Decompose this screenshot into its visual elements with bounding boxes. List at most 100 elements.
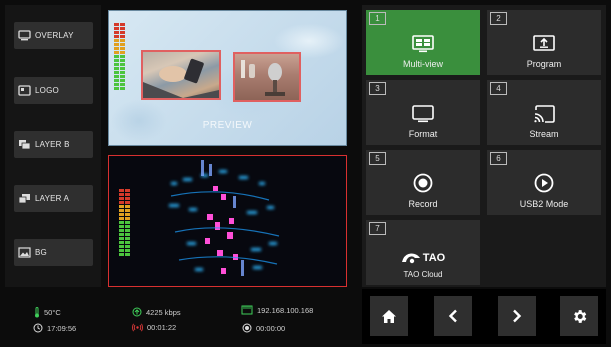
- tile-usb2-mode[interactable]: 6 USB2 Mode: [487, 150, 601, 215]
- home-icon: [382, 309, 396, 323]
- image-icon: [18, 247, 31, 258]
- record-status-icon: [242, 323, 252, 333]
- play-icon: [534, 173, 554, 193]
- layer-panel: OVERLAY LOGO LAYER B LAYER A BG: [5, 5, 101, 287]
- clock-icon: [33, 323, 43, 333]
- meter-segment: [114, 87, 119, 90]
- meter-segment: [120, 63, 125, 66]
- overlay-button[interactable]: OVERLAY: [14, 22, 93, 49]
- meter-segment: [114, 35, 119, 38]
- meter-segment: [114, 39, 119, 42]
- tile-number: 6: [490, 152, 507, 165]
- layer-b-icon: [19, 140, 31, 150]
- bg-button[interactable]: BG: [14, 239, 93, 266]
- clock-status: 17:09:56: [33, 323, 76, 333]
- tile-record[interactable]: 5 Record: [366, 150, 480, 215]
- network-icon: [241, 305, 253, 315]
- logo-icon: [18, 85, 31, 96]
- preview-laptop-source: [141, 50, 221, 100]
- meter-segment: [120, 35, 125, 38]
- tao-logo: TAO: [401, 252, 445, 264]
- tao-logo-icon: [401, 253, 420, 264]
- preview-microphone-source: [233, 52, 301, 102]
- tile-number: 5: [369, 152, 386, 165]
- bottom-nav: [362, 289, 606, 344]
- broadcast-icon: [132, 323, 143, 332]
- tile-label: USB2 Mode: [519, 199, 569, 209]
- tile-number: 4: [490, 82, 507, 95]
- meter-segment: [114, 79, 119, 82]
- record-time-value: 00:00:00: [256, 323, 286, 333]
- bitrate-value: 4225 kbps: [146, 307, 181, 317]
- meter-segment: [120, 59, 125, 62]
- meter-segment: [120, 27, 125, 30]
- meter-segment: [114, 83, 119, 86]
- tile-tao-cloud[interactable]: 7 TAO TAO Cloud: [366, 220, 480, 285]
- meter-segment: [120, 23, 125, 26]
- tao-logo-text: TAO: [422, 252, 446, 264]
- format-icon: [412, 105, 434, 123]
- layer-a-icon: [18, 194, 30, 204]
- program-window[interactable]: [108, 155, 347, 287]
- meter-segment: [120, 79, 125, 82]
- preview-window[interactable]: PREVIEW: [108, 10, 347, 146]
- tile-program[interactable]: 2 Program: [487, 10, 601, 75]
- tile-multi-view[interactable]: 1 Multi-view: [366, 10, 480, 75]
- tile-number: 7: [369, 222, 386, 235]
- temperature-value: 50°C: [44, 308, 61, 317]
- record-icon: [413, 173, 433, 193]
- gear-icon: [573, 309, 586, 323]
- tile-label: Record: [408, 199, 438, 209]
- multiview-icon: [412, 35, 434, 53]
- chevron-left-icon: [448, 309, 457, 323]
- home-button[interactable]: [370, 296, 408, 336]
- program-icon: [533, 35, 555, 51]
- tile-number: 3: [369, 82, 386, 95]
- function-grid: 1 Multi-view 2 Program 3 Format 4 Stream…: [362, 5, 606, 287]
- temperature-status: 50°C: [34, 307, 61, 318]
- meter-segment: [120, 67, 125, 70]
- tile-label: Stream: [529, 129, 559, 139]
- next-button[interactable]: [498, 296, 536, 336]
- bitrate-status: 4225 kbps: [132, 307, 181, 317]
- record-time-status: 00:00:00: [242, 323, 285, 333]
- tile-label: TAO Cloud: [403, 270, 443, 279]
- monitor-icon: [18, 30, 31, 41]
- layer-a-label: LAYER A: [35, 194, 70, 203]
- meter-segment: [114, 71, 119, 74]
- meter-segment: [114, 59, 119, 62]
- tile-stream[interactable]: 4 Stream: [487, 80, 601, 145]
- stream-time-value: 00:01:22: [147, 323, 177, 332]
- meter-segment: [114, 47, 119, 50]
- chevron-right-icon: [513, 309, 522, 323]
- settings-button[interactable]: [560, 296, 598, 336]
- meter-segment: [114, 75, 119, 78]
- upload-icon: [132, 307, 142, 317]
- meter-segment: [120, 71, 125, 74]
- meter-segment: [120, 87, 125, 90]
- layer-b-button[interactable]: LAYER B: [14, 131, 93, 158]
- microphone-thumbnail: [241, 60, 285, 96]
- meter-segment: [114, 51, 119, 54]
- logo-button[interactable]: LOGO: [14, 77, 93, 104]
- tile-number: 1: [369, 12, 386, 25]
- laptop-thumbnail: [143, 58, 219, 98]
- previous-button[interactable]: [434, 296, 472, 336]
- tile-format[interactable]: 3 Format: [366, 80, 480, 145]
- stream-time-status: 00:01:22: [132, 323, 176, 332]
- meter-segment: [114, 27, 119, 30]
- meter-segment: [120, 51, 125, 54]
- layer-b-label: LAYER B: [35, 140, 70, 149]
- logo-label: LOGO: [35, 86, 59, 95]
- meter-segment: [120, 47, 125, 50]
- tile-number: 2: [490, 12, 507, 25]
- bg-label: BG: [35, 248, 47, 257]
- meter-segment: [114, 23, 119, 26]
- meter-segment: [120, 39, 125, 42]
- thermometer-icon: [35, 307, 39, 318]
- tile-label: Format: [408, 129, 438, 139]
- clock-value: 17:09:56: [47, 323, 77, 333]
- layer-a-button[interactable]: LAYER A: [14, 185, 93, 212]
- preview-audio-meter: [114, 23, 125, 90]
- preview-label: PREVIEW: [202, 120, 253, 131]
